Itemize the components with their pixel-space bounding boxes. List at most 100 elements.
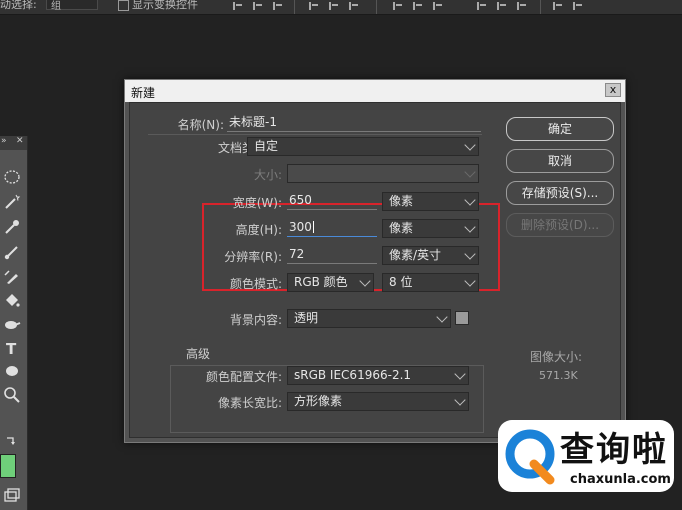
align-left-icon[interactable] <box>232 1 242 11</box>
background-dropdown[interactable]: 透明 <box>287 309 451 328</box>
brush-icon[interactable] <box>3 243 21 261</box>
show-transform-checkbox[interactable] <box>118 0 129 11</box>
smudge-icon[interactable] <box>3 316 21 334</box>
new-document-dialog: 新建 x 名称(N): 未标题-1 文档类型: 自定 大小: 宽度(W): 65… <box>124 79 626 443</box>
swap-colors-icon[interactable] <box>3 432 21 450</box>
distribute-bottom-icon[interactable] <box>432 1 442 11</box>
chevron-down-icon <box>436 311 448 323</box>
align-center-icon[interactable] <box>252 1 262 11</box>
name-label: 名称(N): <box>177 118 224 132</box>
delete-preset-button: 删除预设(D)... <box>506 213 614 237</box>
chevron-down-icon <box>454 368 466 380</box>
background-value: 透明 <box>294 311 319 325</box>
zoom-icon[interactable] <box>3 386 21 404</box>
paint-bucket-icon[interactable] <box>3 291 21 309</box>
show-transform-label: 显示变换控件 <box>132 0 198 11</box>
ok-button[interactable]: 确定 <box>506 117 614 141</box>
cancel-button[interactable]: 取消 <box>506 149 614 173</box>
divider <box>148 134 482 135</box>
eyedropper-icon[interactable] <box>3 218 21 236</box>
height-value: 300 <box>289 220 312 234</box>
width-unit-value: 像素 <box>389 194 414 208</box>
auto-select-label: 动选择: <box>0 0 37 11</box>
width-input[interactable]: 650 <box>287 192 377 210</box>
advanced-label[interactable]: 高级 <box>186 345 210 362</box>
align-middle-icon[interactable] <box>328 1 338 11</box>
distribute-right-icon[interactable] <box>516 1 526 11</box>
collapse-icon[interactable]: » <box>1 136 7 146</box>
auto-align-icon[interactable] <box>552 1 562 11</box>
pixel-aspect-value: 方形像素 <box>294 394 343 408</box>
options-bar: 动选择: 组 显示变换控件 <box>0 0 682 15</box>
save-preset-button[interactable]: 存储预设(S)... <box>506 181 614 205</box>
width-label: 宽度(W): <box>232 196 282 210</box>
size-label: 大小: <box>253 168 282 182</box>
color-mode-dropdown[interactable]: RGB 颜色 <box>287 273 374 292</box>
chevron-down-icon <box>454 394 466 406</box>
watermark-url: chaxunla.com <box>570 472 671 487</box>
resolution-unit-dropdown[interactable]: 像素/英寸 <box>382 246 479 265</box>
background-label: 背景内容: <box>229 313 282 327</box>
tools-panel-header: » ✕ <box>0 136 27 150</box>
width-unit-dropdown[interactable]: 像素 <box>382 192 479 211</box>
toolbar-separator <box>294 0 295 14</box>
type-tool-icon[interactable]: T <box>3 339 21 357</box>
align-top-icon[interactable] <box>308 1 318 11</box>
height-unit-value: 像素 <box>389 221 414 235</box>
name-input[interactable]: 未标题-1 <box>227 114 481 132</box>
bit-depth-value: 8 位 <box>389 275 413 289</box>
distribute-top-icon[interactable] <box>392 1 402 11</box>
chevron-down-icon <box>464 166 476 178</box>
text-caret <box>312 221 314 233</box>
dialog-title: 新建 <box>131 86 156 100</box>
distribute-middle-icon[interactable] <box>412 1 422 11</box>
height-unit-dropdown[interactable]: 像素 <box>382 219 479 238</box>
align-bottom-icon[interactable] <box>348 1 358 11</box>
bit-depth-dropdown[interactable]: 8 位 <box>382 273 479 292</box>
dialog-titlebar[interactable]: 新建 x <box>125 80 625 102</box>
close-button[interactable]: x <box>605 83 621 97</box>
height-label: 高度(H): <box>235 223 282 237</box>
height-input[interactable]: 300 <box>287 219 377 237</box>
chevron-down-icon <box>464 221 476 233</box>
color-profile-label: 颜色配置文件: <box>205 370 282 384</box>
close-panel-icon[interactable]: ✕ <box>16 136 24 146</box>
resolution-input[interactable]: 72 <box>287 246 377 264</box>
watermark-text: 查询啦 <box>560 430 668 470</box>
image-size-value: 571.3K <box>539 369 578 382</box>
resolution-unit-value: 像素/英寸 <box>389 248 442 262</box>
auto-select-dropdown[interactable]: 组 <box>46 0 98 12</box>
color-profile-dropdown[interactable]: sRGB IEC61966-2.1 <box>287 366 469 385</box>
clone-stamp-icon[interactable] <box>3 268 21 286</box>
q-logo-icon <box>505 429 555 485</box>
svg-text:T: T <box>6 340 17 357</box>
resolution-label: 分辨率(R): <box>224 250 282 264</box>
distribute-left-icon[interactable] <box>476 1 486 11</box>
chevron-down-icon <box>359 275 371 287</box>
3d-mode-icon[interactable] <box>572 1 582 11</box>
screen-mode-icon[interactable] <box>3 486 21 504</box>
color-profile-value: sRGB IEC61966-2.1 <box>294 368 412 382</box>
document-type-value: 自定 <box>254 139 279 153</box>
elliptical-marquee-icon[interactable] <box>3 168 21 186</box>
chevron-down-icon <box>464 194 476 206</box>
color-mode-label: 颜色模式: <box>229 277 282 291</box>
background-color-swatch[interactable] <box>455 311 469 325</box>
distribute-center-icon[interactable] <box>496 1 506 11</box>
magic-wand-icon[interactable] <box>3 193 21 211</box>
toolbar-separator <box>540 0 541 14</box>
document-type-dropdown[interactable]: 自定 <box>247 137 479 156</box>
foreground-color-swatch[interactable] <box>0 454 16 478</box>
image-size-label: 图像大小: <box>530 350 583 364</box>
tools-panel: » ✕ T <box>0 136 28 510</box>
pixel-aspect-label: 像素长宽比: <box>217 396 282 410</box>
dialog-body: 名称(N): 未标题-1 文档类型: 自定 大小: 宽度(W): 650 像素 … <box>129 102 621 438</box>
chevron-down-icon <box>464 275 476 287</box>
pixel-aspect-dropdown[interactable]: 方形像素 <box>287 392 469 411</box>
watermark-logo: 查询啦 chaxunla.com <box>498 420 674 492</box>
chevron-down-icon <box>464 139 476 151</box>
size-dropdown <box>287 164 479 183</box>
ellipse-shape-icon[interactable] <box>3 362 21 380</box>
chevron-down-icon <box>464 248 476 260</box>
align-right-icon[interactable] <box>272 1 282 11</box>
